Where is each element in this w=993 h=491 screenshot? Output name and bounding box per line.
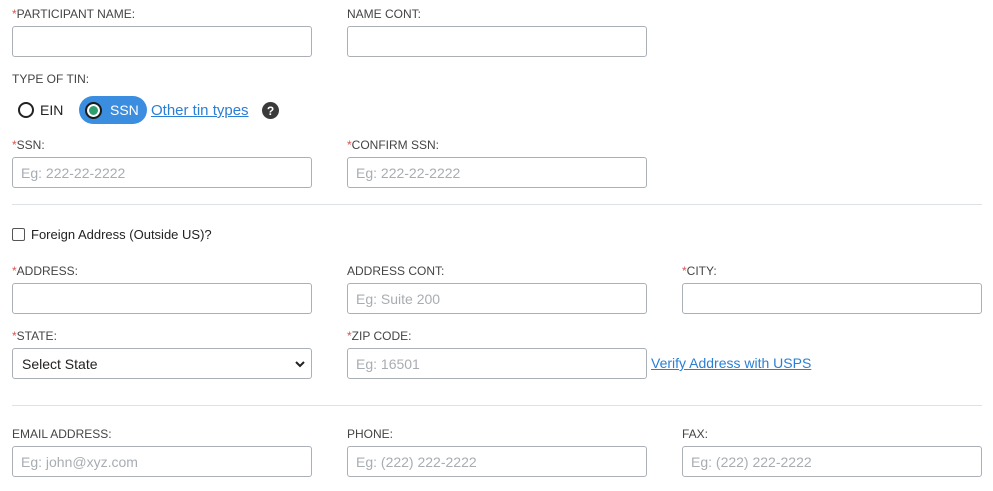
participant-name-label: *PARTICIPANT NAME:: [12, 7, 136, 21]
state-selected-value: Select State: [22, 355, 98, 372]
email-label: EMAIL ADDRESS:: [12, 427, 112, 441]
phone-label: PHONE:: [347, 427, 394, 441]
section-divider-2: [12, 405, 982, 406]
fax-input[interactable]: [682, 446, 982, 477]
ein-radio[interactable]: [18, 102, 34, 118]
foreign-address-checkbox[interactable]: [12, 228, 25, 241]
tin-type-label: TYPE OF TIN:: [12, 72, 90, 86]
address-label: *ADDRESS:: [12, 264, 79, 278]
ssn-label: SSN: [110, 102, 139, 118]
ssn-radio-selected[interactable]: [85, 101, 102, 119]
name-cont-label: NAME CONT:: [347, 7, 422, 21]
section-divider: [12, 204, 982, 205]
email-input[interactable]: [12, 446, 312, 477]
address-cont-input[interactable]: [347, 283, 647, 314]
name-cont-input[interactable]: [347, 26, 647, 57]
zip-code-label: *ZIP CODE:: [347, 329, 412, 343]
other-tin-types-link[interactable]: Other tin types: [151, 102, 249, 119]
zip-code-input[interactable]: [347, 348, 647, 379]
participant-name-input[interactable]: [12, 26, 312, 57]
confirm-ssn-input[interactable]: [347, 157, 647, 188]
state-select[interactable]: Select State: [12, 348, 312, 379]
address-cont-label: ADDRESS CONT:: [347, 264, 445, 278]
tin-option-ssn[interactable]: SSN: [79, 96, 147, 124]
address-input[interactable]: [12, 283, 312, 314]
foreign-address-label: Foreign Address (Outside US)?: [31, 227, 212, 242]
ssn-input[interactable]: [12, 157, 312, 188]
state-label: *STATE:: [12, 329, 57, 343]
phone-input[interactable]: [347, 446, 647, 477]
chevron-down-icon: [295, 361, 305, 368]
confirm-ssn-label: *CONFIRM SSN:: [347, 138, 440, 152]
help-icon[interactable]: ?: [262, 102, 279, 119]
fax-label: FAX:: [682, 427, 709, 441]
tin-option-ein[interactable]: EIN: [18, 99, 63, 121]
ssn-label-field: *SSN:: [12, 138, 45, 152]
city-label: *CITY:: [682, 264, 717, 278]
ein-label: EIN: [40, 102, 64, 118]
city-input[interactable]: [682, 283, 982, 314]
verify-address-link[interactable]: Verify Address with USPS: [651, 355, 811, 371]
